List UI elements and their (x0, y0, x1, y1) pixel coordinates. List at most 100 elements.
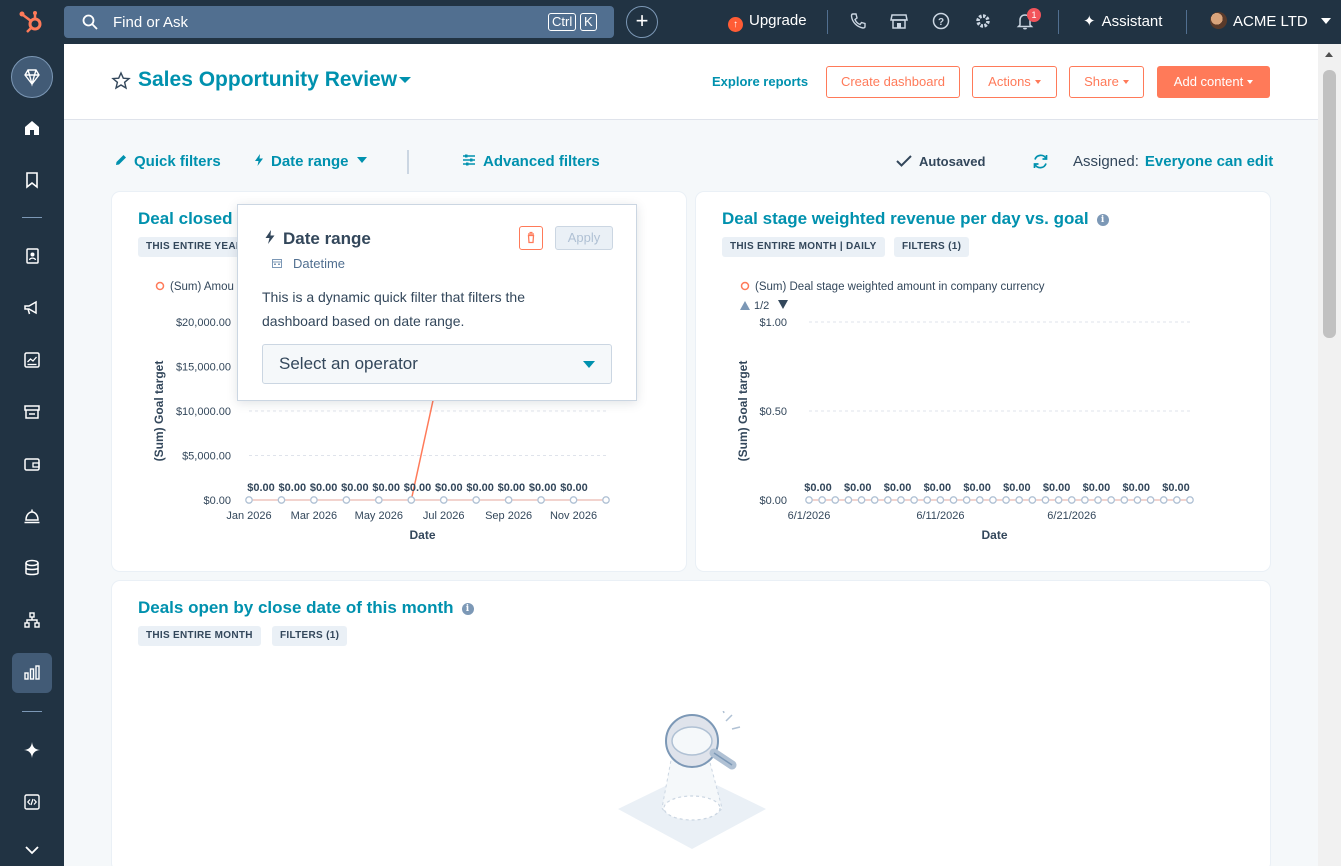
sparkle-icon (24, 742, 40, 758)
sidebar-item-contacts[interactable] (12, 236, 52, 276)
y-axis-label: (Sum) Goal target (736, 361, 750, 462)
marketplace-icon[interactable] (889, 11, 909, 31)
data-point (472, 496, 481, 504)
actions-label: Actions (988, 74, 1031, 89)
divider (827, 10, 828, 34)
x-axis-label: Date (409, 528, 435, 542)
actions-button[interactable]: Actions (972, 66, 1057, 98)
assigned-label: Assigned: (1073, 153, 1139, 170)
sparkle-icon: ✦ (1083, 13, 1096, 30)
assigned-value-link[interactable]: Everyone can edit (1145, 153, 1273, 170)
data-label: $0.00 (844, 482, 872, 494)
sidebar-expand-button[interactable] (12, 830, 52, 866)
shortcut-k-key: K (580, 13, 597, 31)
sidebar-item-content[interactable] (12, 340, 52, 380)
avatar (1210, 12, 1227, 29)
search-placeholder: Find or Ask (113, 14, 189, 31)
account-name: ACME LTD (1233, 13, 1308, 30)
data-label: $0.00 (1162, 482, 1190, 494)
caret-down-icon (1122, 80, 1129, 84)
chevron-down-icon (25, 846, 39, 855)
data-point (245, 496, 253, 504)
hubspot-logo-icon[interactable] (18, 10, 46, 34)
sliders-icon (463, 154, 475, 166)
scroll-up-arrow-icon[interactable] (1325, 52, 1333, 57)
quick-filters-label: Quick filters (134, 153, 221, 170)
filters-tag[interactable]: FILTERS (1) (272, 626, 348, 646)
help-icon[interactable]: ? (931, 11, 951, 31)
contacts-book-icon (26, 248, 39, 264)
popover-subtitle: Datetime (293, 256, 346, 271)
data-point (1159, 496, 1168, 504)
advanced-filters-label: Advanced filters (483, 153, 600, 170)
phone-icon[interactable] (848, 11, 868, 31)
sidebar-item-reporting[interactable] (12, 653, 52, 693)
page-title[interactable]: Sales Opportunity Review (138, 68, 397, 92)
data-point (537, 496, 545, 504)
create-new-button[interactable]: + (626, 6, 658, 38)
sidebar-item-development[interactable] (12, 782, 52, 822)
chart-weighted-revenue: $1.00 $0.50 $0.00 (Sum) Goal target Date (Sum… (736, 281, 1194, 542)
data-point (883, 496, 892, 504)
sidebar-item-bookmarks[interactable] (12, 160, 52, 200)
star-favorite-icon[interactable] (111, 71, 131, 91)
data-point (870, 496, 879, 504)
sidebar-item-breeze[interactable] (12, 730, 52, 770)
operator-select[interactable]: Select an operator (262, 344, 612, 384)
apply-button[interactable]: Apply (555, 226, 613, 250)
x-axis-label: Date (981, 528, 1007, 542)
advanced-filters-button[interactable]: Advanced filters (462, 153, 600, 170)
date-range-filter-button[interactable]: Date range (254, 153, 367, 170)
x-tick-label: May 2026 (355, 510, 403, 522)
bar-chart-icon (24, 665, 40, 680)
create-dashboard-label: Create dashboard (840, 74, 946, 89)
home-icon (25, 121, 39, 135)
data-point (1041, 496, 1050, 504)
sidebar-item-data[interactable] (12, 548, 52, 588)
data-point (407, 496, 416, 504)
caret-down-icon (1034, 80, 1041, 84)
data-label: $0.00 (498, 482, 526, 494)
sidebar-item-home[interactable] (12, 108, 52, 148)
refresh-icon[interactable] (1032, 153, 1049, 170)
sidebar-item-service[interactable] (12, 496, 52, 536)
x-tick-label: Jan 2026 (226, 510, 271, 522)
settings-gear-icon[interactable] (973, 11, 993, 31)
sidebar-item-marketing[interactable] (12, 288, 52, 328)
card-title[interactable]: Deals open by close date of this month i (138, 598, 474, 618)
legend-marker (740, 281, 750, 291)
wallet-icon (24, 458, 40, 471)
assistant-button[interactable]: ✦ Assistant (1083, 12, 1162, 30)
sidebar-item-commerce[interactable] (12, 392, 52, 432)
autosaved-status: Autosaved (896, 154, 985, 169)
data-point (1067, 496, 1076, 504)
explore-reports-link[interactable]: Explore reports (712, 74, 808, 89)
sidebar-divider (22, 711, 42, 712)
caret-down-icon (356, 157, 367, 163)
add-content-button[interactable]: Add content (1157, 66, 1270, 98)
svg-text:?: ? (938, 17, 944, 28)
delete-filter-button[interactable] (519, 226, 543, 250)
account-menu[interactable]: ACME LTD (1210, 12, 1331, 30)
sidebar-item-automation[interactable] (12, 600, 52, 640)
quick-filters-button[interactable]: Quick filters (114, 153, 221, 170)
page-scrollbar[interactable] (1318, 44, 1341, 866)
database-icon (25, 559, 39, 576)
data-point (857, 496, 866, 504)
data-point (923, 496, 932, 504)
data-point (989, 496, 997, 504)
share-button[interactable]: Share (1069, 66, 1144, 98)
create-dashboard-button[interactable]: Create dashboard (826, 66, 960, 98)
data-label: $0.00 (1122, 482, 1150, 494)
autosaved-label: Autosaved (919, 154, 986, 169)
search-bar[interactable]: Find or Ask Ctrl K (64, 6, 614, 38)
scrollbar-thumb[interactable] (1323, 70, 1336, 338)
upgrade-button[interactable]: ↑ Upgrade (728, 12, 807, 32)
caret-down-icon[interactable] (399, 77, 411, 83)
search-icon (82, 14, 98, 30)
info-icon[interactable]: i (461, 603, 474, 615)
sidebar-item-favorites[interactable] (11, 56, 53, 98)
data-point (1081, 496, 1089, 504)
sidebar-item-payments[interactable] (12, 444, 52, 484)
data-point (910, 496, 918, 504)
